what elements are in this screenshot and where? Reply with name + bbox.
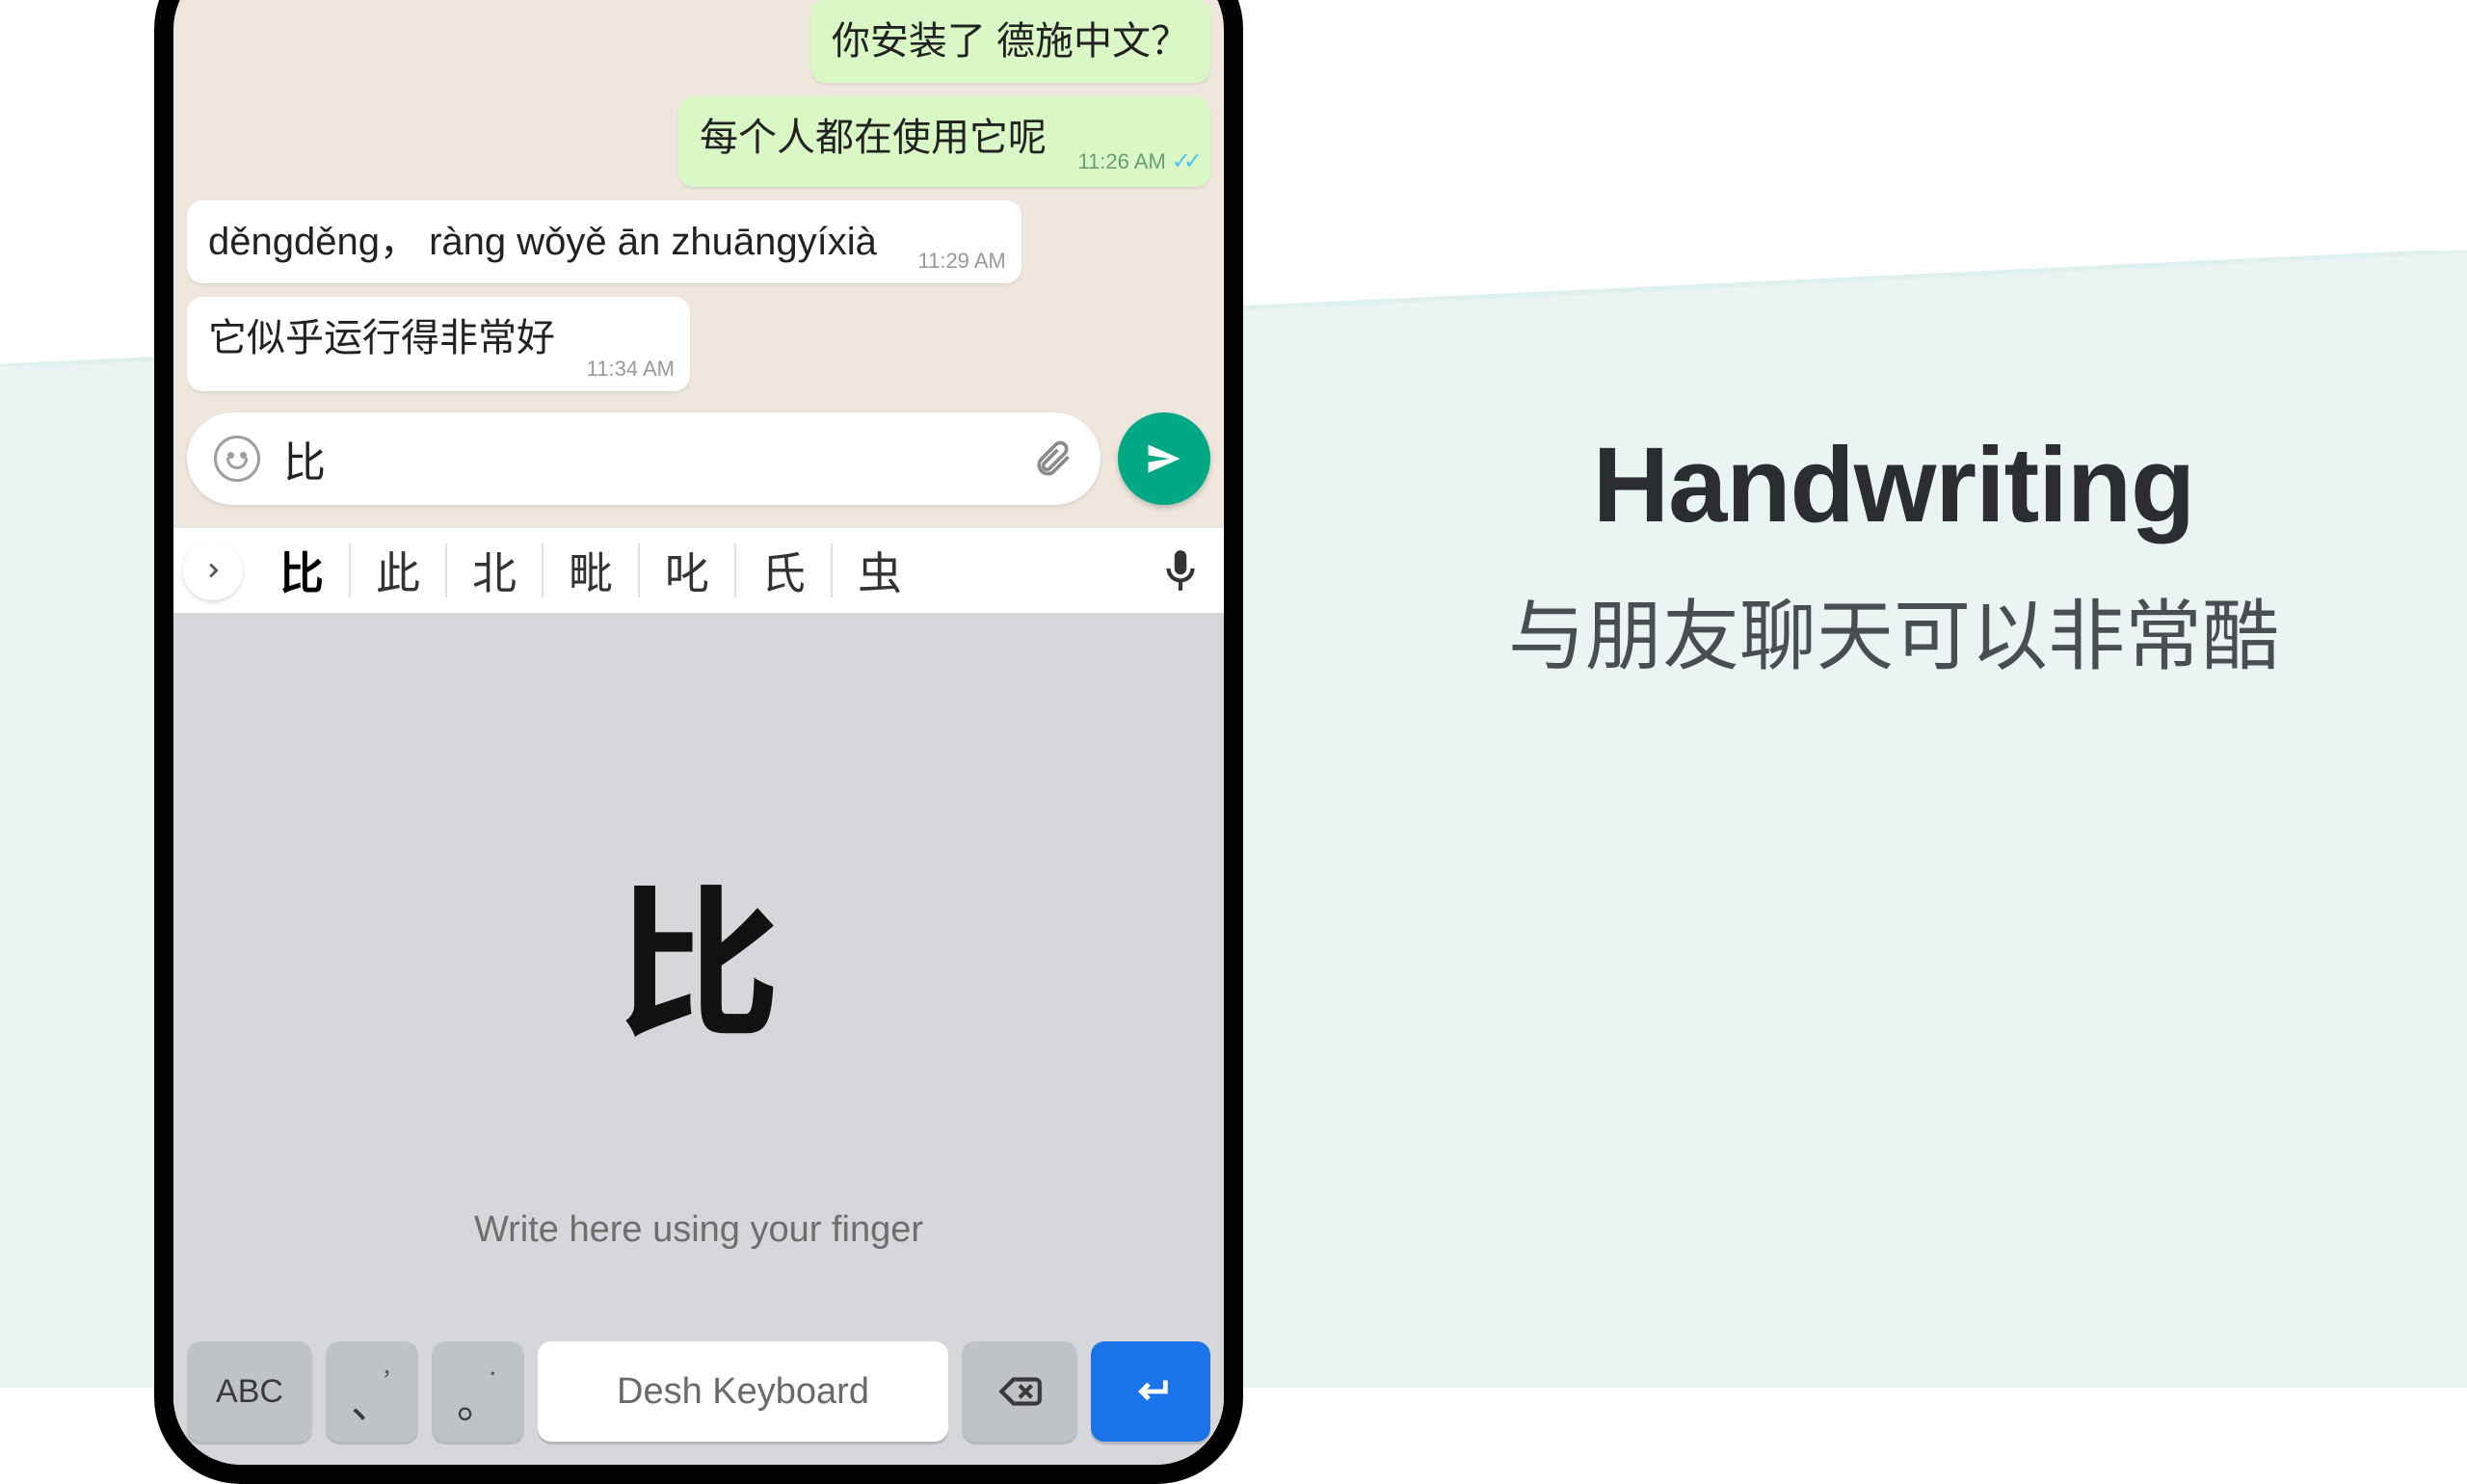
promo-text: Handwriting 与朋友聊天可以非常酷 xyxy=(1378,424,2409,689)
candidate-row: 比 此 北 毗 叱 氏 虫 xyxy=(173,526,1224,613)
keyboard-bottom-row: ABC ， 、 ． 。 Desh Keyboard xyxy=(173,1328,1224,1465)
emoji-icon[interactable] xyxy=(214,436,260,482)
handwriting-area[interactable]: 比 Write here using your finger xyxy=(173,613,1224,1328)
message-text: děngděng， ràng wǒyě ān zhuāngyíxià xyxy=(208,221,877,263)
candidate-item[interactable]: 毗 xyxy=(544,543,640,597)
phone-screen: 你安装了 德施中文？ 每个人都在使用它呢 11:26 AM ✓✓ děngděn… xyxy=(173,0,1224,1465)
chat-area: 你安装了 德施中文？ 每个人都在使用它呢 11:26 AM ✓✓ děngděn… xyxy=(173,0,1224,391)
composer-row: 比 xyxy=(173,391,1224,526)
message-text: 你安装了 德施中文？ xyxy=(832,20,1189,63)
punctuation-key[interactable]: ， 、 xyxy=(326,1341,418,1442)
candidate-item[interactable]: 北 xyxy=(447,543,544,597)
message-input[interactable]: 比 xyxy=(283,428,1008,490)
candidate-item[interactable]: 叱 xyxy=(640,543,736,597)
read-receipt-icon: ✓✓ xyxy=(1172,146,1195,177)
chat-bubble-sent: 每个人都在使用它呢 11:26 AM ✓✓ xyxy=(678,96,1210,187)
handwriting-hint: Write here using your finger xyxy=(474,1209,923,1251)
abc-key[interactable]: ABC xyxy=(187,1341,312,1442)
key-main-label: 、 xyxy=(351,1368,393,1430)
chat-bubble-sent: 你安装了 德施中文？ xyxy=(810,0,1210,83)
keyboard: 比 此 北 毗 叱 氏 虫 比 Write here using your fi… xyxy=(173,526,1224,1465)
candidate-item[interactable]: 虫 xyxy=(833,543,927,597)
message-time: 11:34 AM xyxy=(587,355,675,384)
microphone-icon[interactable] xyxy=(1156,546,1205,595)
key-main-label: 。 xyxy=(457,1368,499,1430)
candidate-item[interactable]: 此 xyxy=(351,543,447,597)
promo-title: Handwriting xyxy=(1378,424,2409,546)
backspace-key[interactable] xyxy=(962,1341,1077,1442)
phone-frame: 你安装了 德施中文？ 每个人都在使用它呢 11:26 AM ✓✓ děngděn… xyxy=(154,0,1243,1484)
candidate-list: 比 此 北 毗 叱 氏 虫 xyxy=(254,528,1143,613)
message-text: 每个人都在使用它呢 xyxy=(700,117,1047,159)
punctuation-key[interactable]: ． 。 xyxy=(432,1341,524,1442)
send-button[interactable] xyxy=(1118,412,1210,505)
message-text: 它似乎运行得非常好 xyxy=(208,317,555,359)
handwritten-character: 比 xyxy=(617,833,781,1070)
candidate-item[interactable]: 氏 xyxy=(736,543,833,597)
promo-subtitle: 与朋友聊天可以非常酷 xyxy=(1378,585,2409,689)
spacebar-key[interactable]: Desh Keyboard xyxy=(538,1341,948,1442)
message-time: 11:29 AM xyxy=(918,247,1006,276)
chat-bubble-received: 它似乎运行得非常好 11:34 AM xyxy=(187,297,690,391)
expand-candidates-button[interactable] xyxy=(183,541,243,600)
enter-key[interactable] xyxy=(1091,1341,1210,1442)
candidate-item[interactable]: 比 xyxy=(254,543,351,597)
message-input-container[interactable]: 比 xyxy=(187,412,1101,505)
message-time: 11:26 AM xyxy=(1077,147,1165,176)
chat-bubble-received: děngděng， ràng wǒyě ān zhuāngyíxià 11:29… xyxy=(187,200,1021,283)
attachment-icon[interactable] xyxy=(1031,437,1074,480)
